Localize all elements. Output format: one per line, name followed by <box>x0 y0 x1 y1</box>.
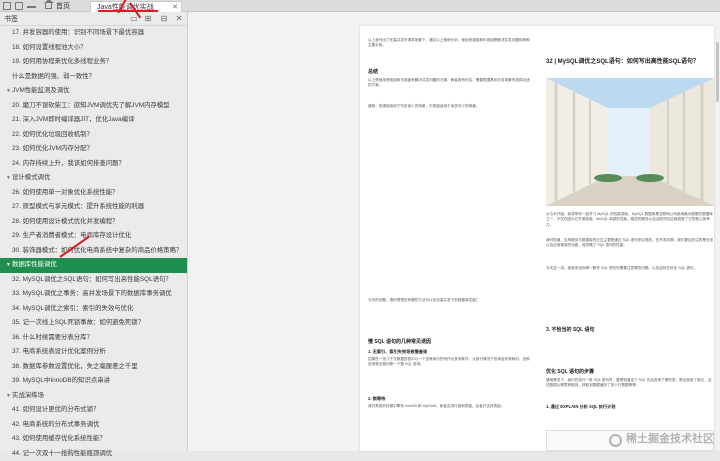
toc-label: 36. 什么时候需要分表分库？ <box>12 334 93 341</box>
toc-item[interactable]: 28. 如何使用设计模式优化并发编程？ <box>0 215 187 230</box>
paragraph: 通常情况下，我们在执行一条 SQL 语句时，要想知道这个 SQL 先后查询了哪些… <box>546 378 714 389</box>
tab-bar: 首页 Java性能调优实战 ✕ <box>0 0 720 12</box>
toc-label: 27. 原型模式与享元模式：提升系统性能的利器 <box>12 203 144 210</box>
summary-heading: 总结 <box>368 68 378 75</box>
document-page: 以上我列出了在高并发写请求场景下，通过以上案例分析，使用悲观锁和乐观锁是解决并发… <box>360 26 714 451</box>
toc-label: 39. MySQL中InnoDB的知识点串讲 <box>12 377 110 384</box>
paragraph: 以上我列出了在高并发写请求场景下，通过以上案例分析，使用悲观锁和乐观锁是解决并发… <box>368 38 530 49</box>
bookmark-icon[interactable]: ▭ <box>130 15 138 23</box>
bookmark-add-icon[interactable]: ⊞ <box>144 15 152 23</box>
toc-item[interactable]: 42. 电商系统的分布式事务调优 <box>0 418 187 433</box>
toc-label: 18. 如何设置线程池大小？ <box>12 44 87 51</box>
toc-label: 什么是数据的强、弱一致性？ <box>12 73 95 80</box>
toc-label: 23. 如何优化JVM内存分配？ <box>12 145 93 152</box>
toc-label: 43. 如何使用缓存优化系统性能？ <box>12 435 106 442</box>
sub-heading: 2. 锁等待 <box>368 396 385 402</box>
section-heading: 1. 通过 EXPLAIN 分析 SQL 执行计划 <box>546 404 616 410</box>
toc-label: 数据库性能调优 <box>12 261 57 268</box>
watermark: 稀土掘金技术社区 <box>626 430 714 446</box>
bookmark-list: 17. 并发容器的使用：识别不同场景下最优容器 18. 如何设置线程池大小？ 19.… <box>0 26 187 461</box>
toc-label: 30. 装饰器模式：如何优化电商系统中复杂的商品价格策略？ <box>12 247 182 254</box>
toc-item[interactable]: 37. 电商系统表设计优化案例分析 <box>0 345 187 360</box>
toc-item[interactable]: 20. 磨刀不误砍柴工：欲知JVM调优先了解JVM内存模型 <box>0 99 187 114</box>
toc-item[interactable]: 39. MySQL中InnoDB的知识点串讲 <box>0 374 187 389</box>
bookmark-sidebar: 书签 ▭ ⊞ ⊟ ✕ 17. 并发容器的使用：识别不同场景下最优容器 18. 如何… <box>0 12 188 451</box>
sidebar-title: 书签 <box>4 14 18 24</box>
toc-item[interactable]: 19. 如何用协程来优化多线程业务？ <box>0 55 187 70</box>
section-heading: 3. 不恰当的 SQL 语句 <box>546 326 595 333</box>
toc-item[interactable]: 35. 记一次线上SQL死锁事故：如何避免死锁？ <box>0 316 187 331</box>
toc-section[interactable]: ▼数据库性能调优 <box>0 258 187 273</box>
toc-item[interactable]: 22. 如何优化垃圾回收机制？ <box>0 128 187 143</box>
toc-item[interactable]: 38. 数据库参数设置优化，失之毫厘差之千里 <box>0 360 187 375</box>
article-cover-image <box>546 78 714 206</box>
toc-label: JVM性能监测及调优 <box>12 87 70 94</box>
tab-home[interactable]: 首页 <box>40 1 90 12</box>
paragraph: 我们知道，应用服务与数据库的交互主要是通过 SQL 语句来实现的。在开发初期，我… <box>546 238 714 249</box>
toc-label: 37. 电商系统表设计优化案例分析 <box>12 348 106 355</box>
toc-label: 41. 如何设计更优的分布式锁？ <box>12 406 99 413</box>
document-viewer[interactable]: 以上我列出了在高并发写请求场景下，通过以上案例分析，使用悲观锁和乐观锁是解决并发… <box>188 12 720 451</box>
paragraph: 今天这一讲，我就来给你聊一聊写 SQL 语句时需要注意哪些问题，以及如何去优化 … <box>546 266 714 271</box>
home-icon <box>45 3 52 9</box>
toc-label: 32. MySQL调优之SQL语句：如何写出高性能SQL语句？ <box>12 276 172 283</box>
toc-item[interactable]: 32. MySQL调优之SQL语句：如何写出高性能SQL语句？ <box>0 273 187 288</box>
app-window: 首页 Java性能调优实战 ✕ 书签 ▭ ⊞ ⊟ ✕ 17. 并发容器的使用：识… <box>0 0 720 451</box>
toc-item[interactable]: 34. MySQL调优之索引：索引的失效与优化 <box>0 302 187 317</box>
paragraph: 今天的问题，请你想想还有哪些方法可以优化高并发下的数据库性能？ <box>368 298 530 303</box>
toc-item[interactable]: 41. 如何设计更优的分布式锁？ <box>0 403 187 418</box>
toc-item[interactable]: 24. 内存持续上升，我该如何排查问题？ <box>0 157 187 172</box>
toc-label: 24. 内存持续上升，我该如何排查问题？ <box>12 160 125 167</box>
toc-label: 29. 生产者消费者模式：电商库存设计优化 <box>12 232 131 239</box>
scrollbar-thumb[interactable] <box>716 42 719 102</box>
window-button[interactable] <box>15 2 23 10</box>
sub-heading: 1. 无索引、索引失效导致慢查询 <box>368 349 427 355</box>
expand-icon[interactable]: ⊟ <box>160 15 168 23</box>
toc-label: 20. 磨刀不误砍柴工：欲知JVM调优先了解JVM内存模型 <box>12 102 170 109</box>
minimize-icon[interactable] <box>27 6 36 8</box>
toc-item[interactable]: 26. 如何使用单一对象优化系统性能？ <box>0 186 187 201</box>
toc-label: 26. 如何使用单一对象优化系统性能？ <box>12 189 119 196</box>
toc-item[interactable]: 33. MySQL调优之事务：高并发场景下的数据库事务调优 <box>0 287 187 302</box>
toc-item[interactable]: 21. 深入JVM即时编译器JIT，优化Java编译 <box>0 113 187 128</box>
window-button[interactable] <box>3 2 11 10</box>
toc-item[interactable]: 44. 记一次双十一抢购性能瓶颈调优 <box>0 447 187 461</box>
toc-item[interactable]: 23. 如何优化JVM内存分配？ <box>0 142 187 157</box>
section-heading: 优化 SQL 语句的步骤 <box>546 368 594 375</box>
toc-item[interactable]: 17. 并发容器的使用：识别不同场景下最优容器 <box>0 26 187 41</box>
paragraph: 如果在一张几千万数据的表中以一个没有索引的列作为查询条件，大部分情况下查询会非常… <box>368 357 530 368</box>
watermark-logo <box>609 434 622 447</box>
toc-item[interactable]: 36. 什么时候需要分表分库？ <box>0 331 187 346</box>
paragraph: 从今天开始，我将带你一起学习 MySQL 的性能调优。MySQL 数据库是互联网… <box>546 212 714 228</box>
toc-label: 实战演练场 <box>12 392 44 399</box>
section-heading: 慢 SQL 语句的几种常见诱因 <box>368 338 431 345</box>
close-sidebar-icon[interactable]: ✕ <box>175 15 183 23</box>
toc-label: 42. 电商系统的分布式事务调优 <box>12 421 99 428</box>
paragraph: 通常，悲观锁适用于写多读少的场景，乐观锁适用于读多写少的场景。 <box>368 104 530 109</box>
toc-section[interactable]: ▼JVM性能监测及调优 <box>0 84 187 99</box>
paragraph: 以上是使用悲观锁和乐观锁来解决并发问题的方案，两者各有优劣，需要根据具体业务场景… <box>368 78 530 89</box>
toc-label: 22. 如何优化垃圾回收机制？ <box>12 131 93 138</box>
toc-section[interactable]: ▼实战演练场 <box>0 389 187 404</box>
toc-label: 21. 深入JVM即时编译器JIT，优化Java编译 <box>12 116 135 123</box>
toc-label: 19. 如何用协程来优化多线程业务？ <box>12 58 112 65</box>
toc-label: 34. MySQL调优之索引：索引的失效与优化 <box>12 305 133 312</box>
toc-label: 17. 并发容器的使用：识别不同场景下最优容器 <box>12 29 144 36</box>
paragraph: 我们常用的存储引擎有 InnoDB 和 MyISAM，前者支持行锁和表锁，后者只… <box>368 404 530 409</box>
toc-item[interactable]: 什么是数据的强、弱一致性？ <box>0 70 187 85</box>
toc-label: 38. 数据库参数设置优化，失之毫厘差之千里 <box>12 363 138 370</box>
toc-item[interactable]: 27. 原型模式与享元模式：提升系统性能的利器 <box>0 200 187 215</box>
tab-home-label: 首页 <box>56 3 70 10</box>
toc-label: 33. MySQL调优之事务：高并发场景下的数据库事务调优 <box>12 290 172 297</box>
toc-label: 35. 记一次线上SQL死锁事故：如何避免死锁？ <box>12 319 144 326</box>
toc-label: 设计模式调优 <box>12 174 50 181</box>
toc-item[interactable]: 30. 装饰器模式：如何优化电商系统中复杂的商品价格策略？ <box>0 244 187 259</box>
toc-item[interactable]: 18. 如何设置线程池大小？ <box>0 41 187 56</box>
toc-item[interactable]: 29. 生产者消费者模式：电商库存设计优化 <box>0 229 187 244</box>
sidebar-header: 书签 ▭ ⊞ ⊟ ✕ <box>0 12 188 26</box>
article-title: 32 | MySQL调优之SQL语句：如何写出高性能SQL语句？ <box>546 56 714 65</box>
toc-label: 28. 如何使用设计模式优化并发编程？ <box>12 218 119 225</box>
toc-section[interactable]: ▼设计模式调优 <box>0 171 187 186</box>
toc-item[interactable]: 43. 如何使用缓存优化系统性能？ <box>0 432 187 447</box>
